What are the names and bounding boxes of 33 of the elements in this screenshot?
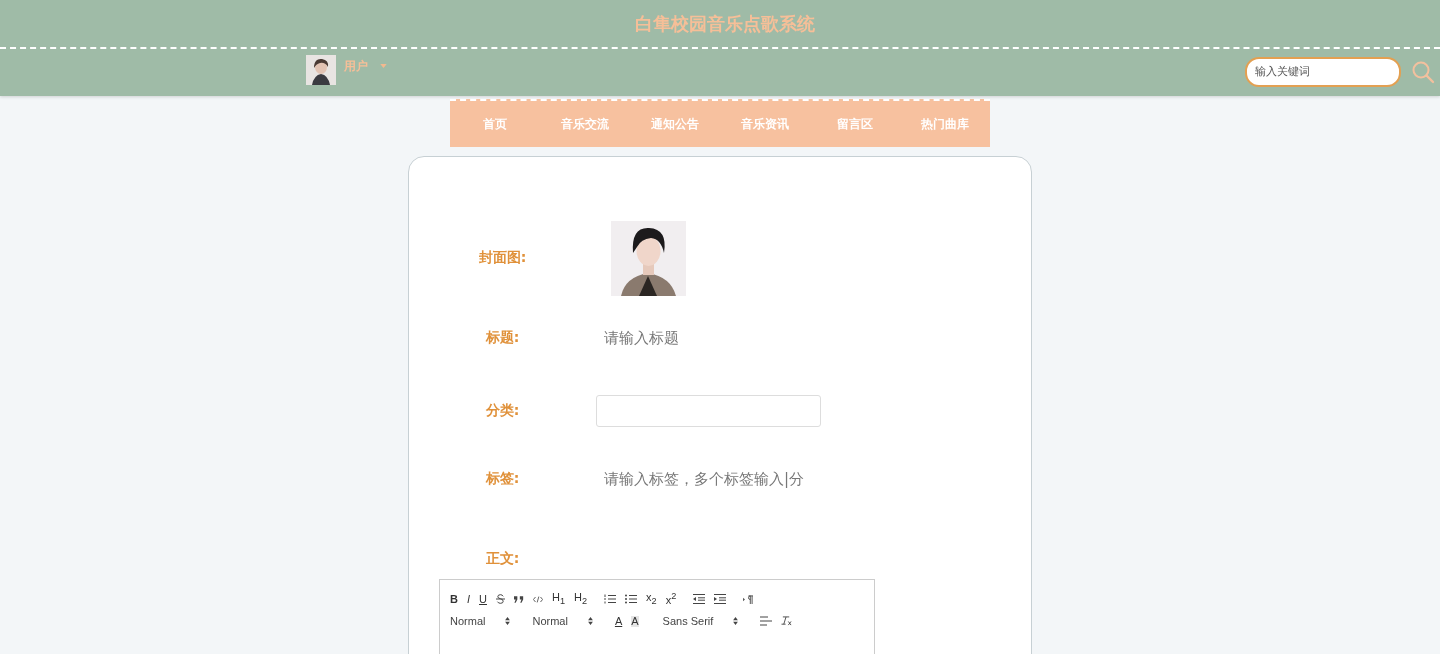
format-button[interactable]: I xyxy=(466,593,470,605)
format-button[interactable]: H$_{2}$ xyxy=(574,591,588,607)
strikethrough-icon[interactable] xyxy=(495,594,505,604)
dropdown-arrows-icon[interactable] xyxy=(733,617,739,625)
search-field[interactable]: 输入关键词 xyxy=(1245,56,1401,87)
category-input[interactable] xyxy=(596,395,821,427)
align-icon[interactable] xyxy=(760,616,773,626)
quote-icon[interactable] xyxy=(513,595,524,603)
format-button[interactable]: x$^{2}$ xyxy=(665,592,677,606)
format-button[interactable]: B xyxy=(450,593,458,605)
dropdown-arrows-icon[interactable] xyxy=(505,617,511,625)
ordered-list-icon[interactable] xyxy=(604,594,617,604)
format-button[interactable]: H$_{1}$ xyxy=(551,591,565,607)
text-direction-icon[interactable] xyxy=(743,594,755,604)
field-label: 标签: xyxy=(484,470,521,488)
field-label: 封面图: xyxy=(477,249,528,267)
clear-format-icon[interactable] xyxy=(781,616,793,626)
dropdown-arrows-icon[interactable] xyxy=(587,617,593,625)
format-button[interactable]: U xyxy=(479,593,487,605)
highlight-button[interactable]: A xyxy=(631,615,639,627)
format-button[interactable]: x$_{2}$ xyxy=(646,591,657,607)
outdent-icon[interactable] xyxy=(693,594,706,604)
format-dropdown[interactable]: Normal xyxy=(532,615,593,627)
site-title: 白隼校园音乐点歌系统 xyxy=(635,11,815,36)
bullet-list-icon[interactable] xyxy=(625,594,638,604)
format-dropdown[interactable]: Sans Serif xyxy=(662,615,739,627)
field-label: 分类: xyxy=(484,402,521,420)
text-color-button[interactable]: A xyxy=(614,615,623,627)
format-dropdown[interactable]: Normal xyxy=(450,615,511,627)
field-label: 正文: xyxy=(484,550,521,568)
field-label: 标题: xyxy=(484,329,521,347)
code-icon[interactable] xyxy=(532,595,543,603)
indent-icon[interactable] xyxy=(714,594,727,604)
